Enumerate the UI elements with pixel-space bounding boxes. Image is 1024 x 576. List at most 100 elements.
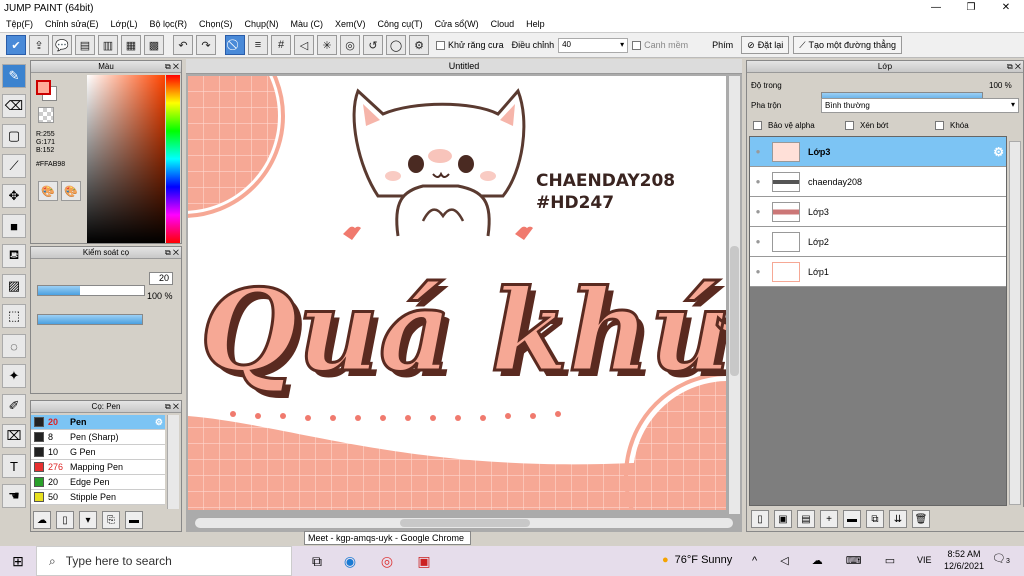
layer-row[interactable]: ● Lớp1 [750, 257, 1006, 287]
new-brush-icon[interactable]: ▯ [56, 511, 74, 529]
text-tool-icon[interactable]: T [2, 454, 26, 478]
brush-item[interactable]: 50 Stipple Pen [31, 490, 165, 505]
panel-close-icon[interactable]: ⧉ ✕ [165, 401, 179, 413]
fill-rect-tool-icon[interactable]: ■ [2, 214, 26, 238]
protect-alpha-checkbox[interactable] [753, 121, 762, 130]
select-pen-tool-icon[interactable]: ✐ [2, 394, 26, 418]
brush-list-scrollbar[interactable] [167, 415, 179, 509]
language-indicator[interactable]: VIE [917, 555, 932, 565]
brush-item[interactable]: 8 Pen (Sharp) [31, 430, 165, 445]
menu-window[interactable]: Cửa sổ(W) [429, 19, 485, 29]
bucket-tool-icon[interactable]: ⛾ [2, 244, 26, 268]
menu-select[interactable]: Chọn(S) [193, 19, 239, 29]
rectangle-tool-icon[interactable]: ▢ [2, 124, 26, 148]
transparent-color-swatch[interactable] [38, 107, 54, 123]
weather-text[interactable]: 76°F Sunny [675, 554, 733, 566]
pen-tool-icon[interactable]: ✎ [2, 64, 26, 88]
canvas-vertical-scrollbar[interactable] [728, 76, 740, 514]
hatch-icon[interactable]: ≡ [248, 35, 268, 55]
select-rect-tool-icon[interactable]: ⬚ [2, 304, 26, 328]
export-icon[interactable]: ⇪ [29, 35, 49, 55]
minimize-button[interactable]: — [920, 0, 952, 16]
taskbar-search-box[interactable]: ⌕ Type here to search [36, 546, 292, 576]
panel-close-icon[interactable]: ⧉ ✕ [1007, 61, 1021, 73]
windows-start-icon[interactable]: ⊞ [6, 549, 30, 573]
brush-item[interactable]: 20 Edge Pen [31, 475, 165, 490]
menu-capture[interactable]: Chụp(N) [239, 19, 285, 29]
layer-row[interactable]: ● Lớp3 [750, 197, 1006, 227]
snap-checkbox[interactable] [632, 40, 642, 50]
notification-icon[interactable]: 🗨3 [992, 552, 1010, 565]
menu-tools[interactable]: Công cụ(T) [372, 19, 429, 29]
menu-file[interactable]: Tệp(F) [0, 19, 39, 29]
scroll-thumb[interactable] [400, 519, 530, 527]
canvas-tab[interactable]: Untitled [186, 59, 742, 74]
visibility-icon[interactable]: ● [750, 207, 766, 216]
note-icon[interactable]: ▤ [75, 35, 95, 55]
brush-opacity-slider[interactable] [37, 314, 143, 325]
concentric-icon[interactable]: ◎ [340, 35, 360, 55]
visibility-icon[interactable]: ● [750, 237, 766, 246]
perspective-icon[interactable]: ◁ [294, 35, 314, 55]
edge-browser-icon[interactable]: ◉ [338, 549, 362, 573]
layer-row[interactable]: ● Lớp3 ⚙ [750, 137, 1006, 167]
menu-cloud[interactable]: Cloud [485, 19, 521, 29]
system-tray-icons[interactable]: ^ ◁ ☁ ⌨ ▭ [752, 554, 905, 567]
chrome-browser-icon[interactable]: ◎ [375, 549, 399, 573]
jump-paint-icon[interactable]: ▣ [412, 549, 436, 573]
palette-edit-icon[interactable]: 🎨 [61, 181, 81, 201]
delete-layer-icon[interactable]: 🗑 [912, 510, 930, 528]
adjust-select[interactable]: 40 ▾ [558, 37, 629, 53]
curve-icon[interactable]: ↺ [363, 35, 383, 55]
panel-close-icon[interactable]: ⧉ ✕ [165, 247, 179, 259]
lasso-tool-icon[interactable]: ◌ [2, 334, 26, 358]
saturation-value-picker[interactable] [87, 75, 165, 243]
select-eraser-tool-icon[interactable]: ⌧ [2, 424, 26, 448]
document-icon[interactable]: ▦ [121, 35, 141, 55]
task-view-icon[interactable]: ⧉ [305, 549, 329, 573]
visibility-icon[interactable]: ● [750, 177, 766, 186]
line-tool-icon[interactable]: ⟋ [2, 154, 26, 178]
snap-icon[interactable]: ✔ [6, 35, 26, 55]
menu-help[interactable]: Help [520, 19, 551, 29]
layer-list-scrollbar[interactable] [1009, 141, 1021, 505]
antialias-checkbox[interactable] [436, 40, 445, 50]
blend-mode-select[interactable]: Bình thường ▾ [821, 98, 1019, 113]
layer-row[interactable]: ● chaenday208 [750, 167, 1006, 197]
hue-slider[interactable] [166, 75, 180, 243]
clip-checkbox[interactable] [845, 121, 854, 130]
move-tool-icon[interactable]: ✥ [2, 184, 26, 208]
scroll-thumb[interactable] [730, 246, 739, 376]
clock[interactable]: 8:52 AM 12/6/2021 [944, 549, 984, 571]
menu-filter[interactable]: Bộ lọc(R) [143, 19, 193, 29]
brush-menu-icon[interactable]: ▾ [79, 511, 97, 529]
canvas-horizontal-scrollbar[interactable] [194, 517, 734, 529]
copy-brush-icon[interactable]: ⎘ [102, 511, 120, 529]
radial-icon[interactable]: ✳ [317, 35, 337, 55]
new-image-layer-icon[interactable]: ▣ [774, 510, 792, 528]
brush-item[interactable]: 276 Mapping Pen [31, 460, 165, 475]
gear-icon[interactable]: ⚙ [409, 35, 429, 55]
brush-download-icon[interactable]: ☁ [33, 511, 51, 529]
grid-settings-icon[interactable]: ▩ [144, 35, 164, 55]
foreground-color-swatch[interactable] [36, 80, 51, 95]
menu-color[interactable]: Màu (C) [285, 19, 330, 29]
lock-checkbox[interactable] [935, 121, 944, 130]
grid-icon[interactable]: # [271, 35, 291, 55]
brush-item[interactable]: 20 Pen ⚙ [31, 415, 165, 430]
close-button[interactable]: ✕ [990, 0, 1022, 16]
layer-row[interactable]: ● Lớp2 [750, 227, 1006, 257]
comment-icon[interactable]: 💬 [52, 35, 72, 55]
gradient-tool-icon[interactable]: ▨ [2, 274, 26, 298]
gear-icon[interactable]: ⚙ [155, 417, 163, 428]
brush-item[interactable]: 10 G Pen [31, 445, 165, 460]
duplicate-layer-icon[interactable]: ⧉ [866, 510, 884, 528]
ellipse-icon[interactable]: ◯ [386, 35, 406, 55]
new-line-button[interactable]: ⟋ Tạo một đường thẳng [793, 36, 902, 54]
magic-wand-tool-icon[interactable]: ✦ [2, 364, 26, 388]
hand-tool-icon[interactable]: ☚ [2, 484, 26, 508]
drawing-canvas[interactable]: CHAENDAY208 #HD247 Quá khứ Quá khứ [188, 76, 726, 510]
brush-size-value[interactable]: 20 [149, 272, 173, 285]
reset-button[interactable]: ⊘ Đặt lại [741, 36, 790, 54]
menu-layer[interactable]: Lớp(L) [105, 19, 144, 29]
